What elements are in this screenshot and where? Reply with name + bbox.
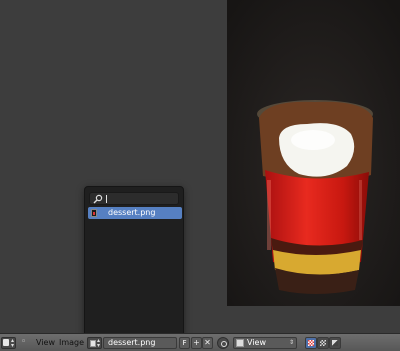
alpha-icon [320, 340, 326, 346]
draw-alpha-button[interactable] [317, 337, 329, 349]
list-item[interactable]: dessert.png [88, 207, 182, 219]
menu-image[interactable]: Image [59, 337, 84, 349]
editor-type-button[interactable]: ▴ ▾ [1, 337, 16, 349]
fake-user-button[interactable]: F [179, 337, 190, 349]
chevron-updown-icon: ⇕ [288, 339, 294, 346]
checker-icon [308, 340, 314, 346]
list-item-label: dessert.png [108, 208, 156, 217]
new-image-button[interactable]: + [191, 337, 202, 349]
pin-button[interactable] [217, 337, 229, 349]
mode-dropdown[interactable]: View ⇕ [233, 337, 297, 349]
chevron-updown-icon: ▴ ▾ [96, 337, 100, 349]
image-editor-header: ▴ ▾ ◦ View Image ▴ ▾ dessert.png F + ✕ Vie… [0, 333, 400, 351]
draw-color-alpha-button[interactable] [305, 337, 317, 349]
plus-icon[interactable]: ◦ [21, 336, 29, 348]
image-browse-button[interactable]: ▴ ▾ [87, 337, 102, 349]
image-name-field[interactable]: dessert.png [103, 337, 177, 349]
dessert-image [227, 0, 400, 306]
image-browse-icon [90, 340, 96, 347]
image-thumbnail-icon [91, 209, 97, 217]
menu-view[interactable]: View [36, 337, 55, 349]
pin-icon [221, 341, 227, 347]
search-input[interactable] [89, 192, 179, 205]
mode-value: View [247, 338, 266, 347]
search-icon [93, 194, 103, 206]
text-cursor [106, 195, 107, 203]
mode-icon [236, 339, 244, 347]
image-browse-popup: dessert.png [84, 186, 184, 338]
image-editor-icon [3, 339, 9, 346]
zbuffer-icon [332, 340, 338, 346]
image-editor-viewport[interactable] [0, 0, 400, 333]
unlink-image-button[interactable]: ✕ [202, 337, 213, 349]
draw-zbuffer-button[interactable] [329, 337, 341, 349]
chevron-updown-icon: ▴ ▾ [10, 337, 14, 349]
